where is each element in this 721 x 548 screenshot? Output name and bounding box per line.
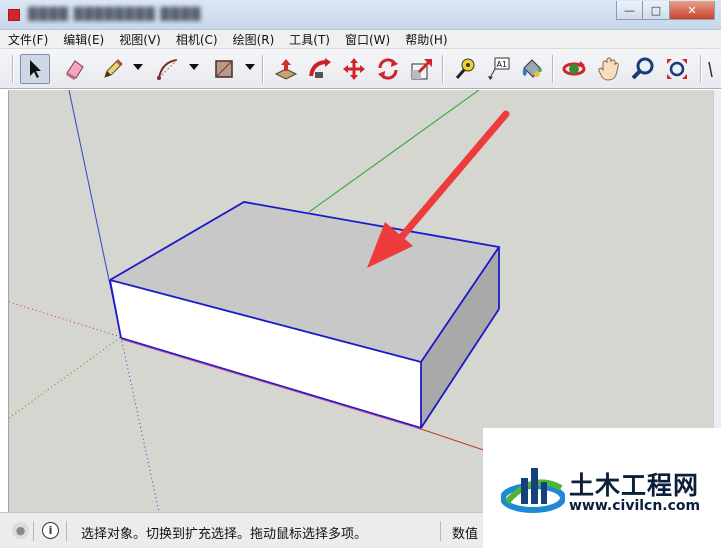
- toolbar-separator: [552, 55, 554, 83]
- select-tool-button[interactable]: [20, 54, 50, 84]
- move-icon: [343, 58, 365, 80]
- push-pull-tool-button[interactable]: [271, 54, 301, 84]
- move-tool-button[interactable]: [339, 54, 369, 84]
- zoom-extents-tool-button[interactable]: [662, 54, 692, 84]
- toolbar-overflow-button[interactable]: [704, 54, 718, 84]
- menu-camera[interactable]: 相机(C): [176, 31, 218, 48]
- text-tool-button[interactable]: A1: [483, 54, 513, 84]
- status-hint-text: 选择对象。切换到扩充选择。拖动鼠标选择多项。: [81, 527, 368, 542]
- status-separator: [440, 521, 441, 541]
- info-icon[interactable]: i: [42, 522, 59, 539]
- rotate-tool-button[interactable]: [373, 54, 403, 84]
- tape-measure-tool-button[interactable]: [449, 54, 479, 84]
- toolbar-grip: [12, 55, 14, 83]
- text-tool-glyph: A1: [497, 60, 508, 69]
- zoom-icon: [631, 57, 654, 80]
- app-logo-icon: [8, 9, 20, 21]
- watermark-brand: 土木工程网: [569, 471, 700, 500]
- blue-axis-dotted: [120, 336, 160, 512]
- geo-location-icon[interactable]: ●: [12, 522, 29, 539]
- orbit-tool-button[interactable]: [559, 54, 589, 84]
- orbit-icon: [562, 61, 586, 76]
- main-toolbar: A1: [0, 49, 721, 89]
- minimize-button[interactable]: —: [616, 1, 643, 20]
- eraser-icon: [66, 60, 84, 80]
- overflow-icon: [708, 61, 713, 78]
- site-watermark: 土木工程网 www.civilcn.com: [483, 428, 721, 548]
- red-axis-dotted: [9, 301, 122, 338]
- rectangle-icon: [215, 60, 233, 78]
- select-arrow-icon: [30, 60, 41, 78]
- menu-edit[interactable]: 编辑(E): [63, 31, 104, 48]
- arc-dropdown-icon[interactable]: [189, 64, 199, 70]
- menu-bar: 文件(F) 编辑(E) 视图(V) 相机(C) 绘图(R) 工具(T) 窗口(W…: [0, 30, 721, 49]
- tape-measure-icon: [455, 58, 475, 79]
- text-label-icon: A1: [488, 57, 510, 80]
- menu-file[interactable]: 文件(F): [8, 31, 48, 48]
- arc-tool-button[interactable]: [153, 54, 183, 84]
- measurements-label: 数值: [452, 527, 479, 542]
- paint-bucket-icon: [522, 59, 542, 78]
- arc-icon: [157, 59, 178, 80]
- green-axis-line: [308, 90, 480, 213]
- menu-draw[interactable]: 绘图(R): [233, 31, 275, 48]
- toolbar-separator: [700, 55, 702, 83]
- zoom-extents-icon: [667, 59, 687, 79]
- title-bar: ████ ████████ ████ — □ ✕: [0, 0, 721, 30]
- pencil-dropdown-icon[interactable]: [133, 64, 143, 70]
- menu-view[interactable]: 视图(V): [119, 31, 161, 48]
- pencil-tool-button[interactable]: [98, 54, 128, 84]
- toolbar-separator: [262, 55, 264, 83]
- shape-dropdown-icon[interactable]: [245, 64, 255, 70]
- scale-tool-button[interactable]: [407, 54, 437, 84]
- pencil-icon: [104, 59, 123, 78]
- eraser-tool-button[interactable]: [60, 54, 90, 84]
- toolbar-separator: [442, 55, 444, 83]
- rectangle-tool-button[interactable]: [209, 54, 239, 84]
- paint-bucket-tool-button[interactable]: [517, 54, 547, 84]
- scale-icon: [411, 59, 432, 80]
- follow-me-icon: [309, 58, 331, 78]
- menu-help[interactable]: 帮助(H): [405, 31, 447, 48]
- menu-window[interactable]: 窗口(W): [345, 31, 390, 48]
- status-separator: [66, 521, 67, 541]
- watermark-logo-icon: [501, 468, 565, 513]
- zoom-tool-button[interactable]: [628, 54, 658, 84]
- watermark-url: www.civilcn.com: [569, 498, 701, 514]
- pan-tool-button[interactable]: [594, 54, 624, 84]
- menu-tools[interactable]: 工具(T): [289, 31, 330, 48]
- green-axis-dotted: [9, 336, 122, 419]
- rotate-icon: [378, 58, 398, 80]
- window-controls: — □ ✕: [616, 1, 715, 20]
- follow-me-tool-button[interactable]: [305, 54, 335, 84]
- pan-hand-icon: [598, 57, 619, 81]
- status-separator: [33, 521, 34, 541]
- maximize-button[interactable]: □: [643, 1, 670, 20]
- window-title-blurred: ████ ████████ ████: [28, 7, 202, 21]
- push-pull-icon: [274, 59, 298, 80]
- close-button[interactable]: ✕: [670, 1, 715, 20]
